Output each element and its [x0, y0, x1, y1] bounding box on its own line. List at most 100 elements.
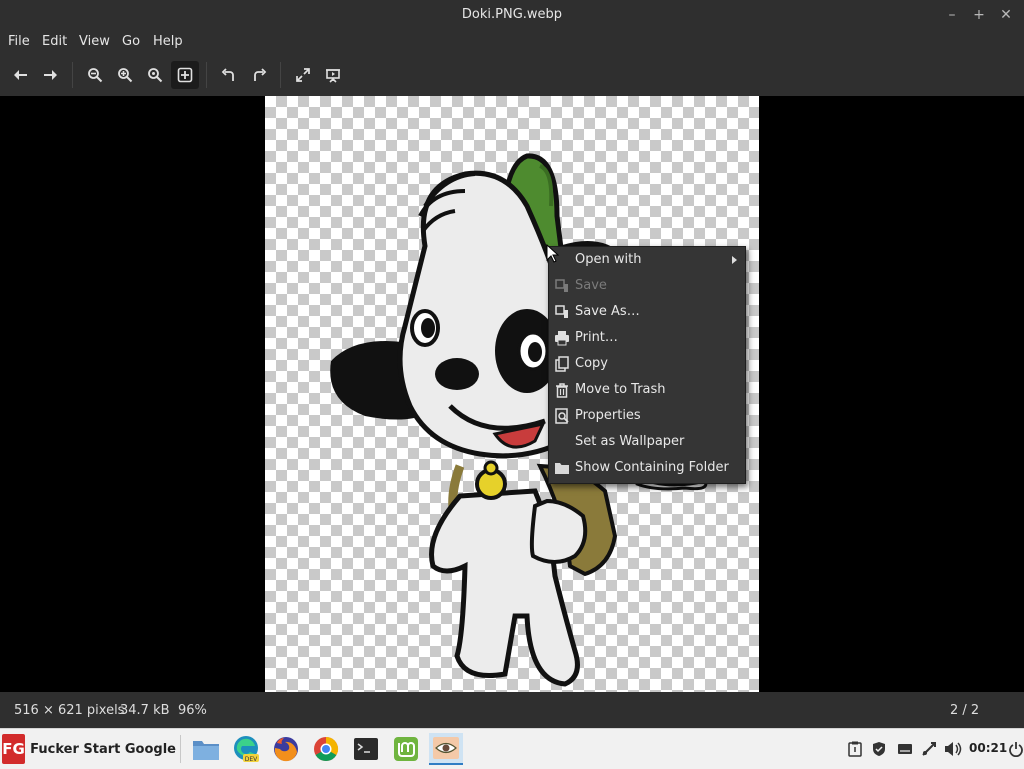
keyboard-tray-icon[interactable] — [895, 739, 915, 759]
toolbar-separator — [72, 62, 73, 88]
zoom-out-button[interactable] — [81, 61, 109, 89]
power-icon — [1009, 742, 1023, 757]
close-button[interactable]: ✕ — [996, 5, 1016, 25]
clock[interactable]: 00:21 — [969, 741, 1007, 755]
terminal-icon — [354, 738, 378, 760]
slideshow-icon — [326, 69, 340, 83]
shield-icon — [873, 742, 885, 756]
menu-item-set-wallpaper[interactable]: Set as Wallpaper — [549, 429, 745, 455]
menu-edit[interactable]: Edit — [42, 34, 67, 49]
svg-text:DEV: DEV — [245, 756, 258, 763]
clipboard-icon — [848, 741, 862, 757]
start-label: Fucker Start Google — [30, 741, 176, 757]
fullscreen-button[interactable] — [289, 61, 317, 89]
taskbar-app-mint-update[interactable] — [389, 733, 423, 765]
mouse-cursor-icon — [546, 244, 560, 263]
save-icon — [555, 279, 568, 292]
taskbar-app-firefox[interactable] — [269, 733, 303, 765]
volume-tray-icon[interactable] — [943, 739, 963, 759]
start-logo: FG — [2, 734, 26, 764]
menu-item-label: Open with — [575, 252, 642, 267]
start-menu-button[interactable]: FG Fucker Start Google — [2, 733, 176, 765]
previous-icon — [14, 70, 27, 80]
zoom-normal-button[interactable] — [141, 61, 169, 89]
menu-item-label: Show Containing Folder — [575, 460, 729, 475]
image-position: 2 / 2 — [950, 703, 980, 718]
taskbar-app-file-manager[interactable] — [189, 733, 223, 765]
menu-bar: File Edit View Go Help — [0, 30, 1024, 54]
menu-item-label: Set as Wallpaper — [575, 434, 685, 449]
taskbar-app-terminal[interactable] — [349, 733, 383, 765]
toolbar — [0, 54, 1024, 96]
save-as-icon — [555, 305, 568, 318]
minimize-button[interactable]: – — [942, 5, 962, 25]
properties-icon — [555, 408, 569, 424]
folder-icon — [555, 463, 569, 474]
rotate-right-icon — [254, 68, 267, 81]
menu-item-label: Properties — [575, 408, 641, 423]
fullscreen-icon — [296, 68, 310, 82]
submenu-arrow-icon — [732, 256, 737, 264]
folder-icon — [193, 741, 219, 760]
context-menu: Open with Save Save As… Print… Copy Move… — [548, 246, 746, 484]
maximize-button[interactable]: + — [969, 5, 989, 25]
menu-file[interactable]: File — [8, 34, 30, 49]
taskbar-app-chrome[interactable] — [309, 733, 343, 765]
network-tray-icon[interactable] — [919, 739, 939, 759]
zoom-in-button[interactable] — [111, 61, 139, 89]
printer-icon — [555, 331, 569, 346]
rotate-right-button[interactable] — [245, 61, 273, 89]
menu-item-properties[interactable]: Properties — [549, 403, 745, 429]
previous-button[interactable] — [7, 61, 35, 89]
zoom-normal-icon — [148, 68, 163, 83]
menu-go[interactable]: Go — [122, 34, 140, 49]
power-tray-icon[interactable] — [1006, 739, 1024, 759]
taskbar-separator — [180, 735, 181, 763]
status-bar: 516 × 621 pixels 34.7 kB 96% 2 / 2 — [0, 692, 1024, 728]
clipboard-tray-icon[interactable] — [845, 739, 865, 759]
rotate-left-button[interactable] — [215, 61, 243, 89]
menu-item-move-to-trash[interactable]: Move to Trash — [549, 377, 745, 403]
file-size: 34.7 kB — [120, 703, 170, 718]
image-view[interactable] — [0, 96, 1024, 692]
next-icon — [44, 70, 57, 80]
menu-item-label: Print… — [575, 330, 618, 345]
copy-icon — [555, 356, 569, 372]
zoom-fit-icon — [177, 67, 193, 83]
menu-item-save[interactable]: Save — [549, 273, 745, 299]
menu-item-label: Save As… — [575, 304, 640, 319]
zoom-fit-button[interactable] — [171, 61, 199, 89]
menu-item-label: Move to Trash — [575, 382, 666, 397]
network-icon — [922, 742, 936, 756]
menu-help[interactable]: Help — [153, 34, 183, 49]
zoom-level: 96% — [178, 703, 207, 718]
title-bar: Doki.PNG.webp – + ✕ — [0, 0, 1024, 30]
keyboard-icon — [898, 744, 912, 754]
menu-item-show-containing-folder[interactable]: Show Containing Folder — [549, 455, 745, 481]
toolbar-separator — [280, 62, 281, 88]
edge-dev-icon: DEV — [234, 736, 259, 763]
menu-item-label: Copy — [575, 356, 608, 371]
menu-item-print[interactable]: Print… — [549, 325, 745, 351]
menu-item-copy[interactable]: Copy — [549, 351, 745, 377]
zoom-in-icon — [118, 68, 133, 83]
menu-item-save-as[interactable]: Save As… — [549, 299, 745, 325]
chrome-icon — [314, 737, 339, 762]
next-button[interactable] — [36, 61, 64, 89]
mint-icon — [394, 737, 418, 761]
window-title: Doki.PNG.webp — [461, 7, 563, 22]
toolbar-separator — [206, 62, 207, 88]
firefox-icon — [274, 737, 298, 762]
rotate-left-icon — [221, 68, 234, 81]
volume-icon — [945, 742, 962, 756]
trash-icon — [556, 383, 568, 398]
menu-item-label: Save — [575, 278, 607, 293]
menu-item-open-with[interactable]: Open with — [549, 247, 745, 273]
taskbar-app-image-viewer[interactable] — [429, 733, 463, 765]
image-dimensions: 516 × 621 pixels — [14, 703, 125, 718]
taskbar-app-edge-dev[interactable]: DEV — [229, 733, 263, 765]
menu-view[interactable]: View — [79, 34, 110, 49]
taskbar: FG Fucker Start Google DEV 00:21 — [0, 728, 1024, 769]
shield-tray-icon[interactable] — [869, 739, 889, 759]
slideshow-button[interactable] — [319, 61, 347, 89]
